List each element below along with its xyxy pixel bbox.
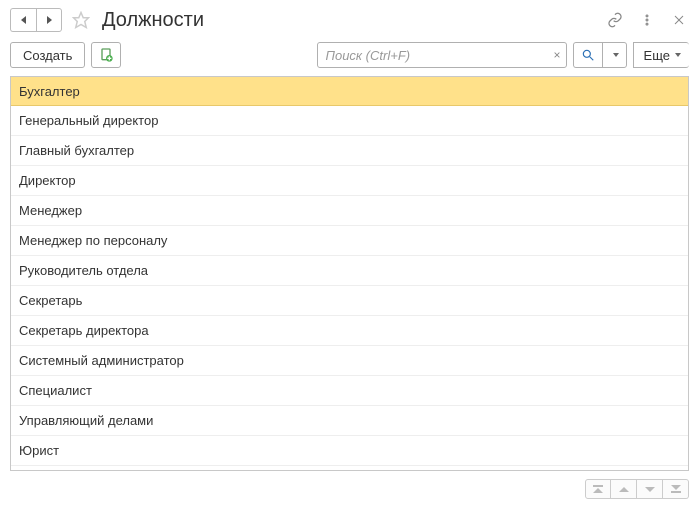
list-goto-top-button[interactable] bbox=[585, 479, 611, 499]
page-title: Должности bbox=[102, 9, 593, 32]
back-button[interactable] bbox=[10, 8, 36, 32]
triangle-down-icon bbox=[645, 487, 655, 492]
favorite-star-icon[interactable] bbox=[70, 9, 92, 31]
list-item[interactable]: Системный администратор bbox=[11, 346, 688, 376]
list-item[interactable]: Генеральный директор bbox=[11, 106, 688, 136]
magnifier-icon[interactable] bbox=[573, 42, 602, 68]
list-item[interactable]: Секретарь директора bbox=[11, 316, 688, 346]
goto-bottom-icon bbox=[671, 485, 681, 493]
search-clear-icon[interactable]: × bbox=[554, 48, 561, 62]
kebab-menu-icon[interactable] bbox=[637, 10, 657, 30]
triangle-up-icon bbox=[619, 487, 629, 492]
list-item[interactable]: Бухгалтер bbox=[11, 76, 688, 106]
window-header: Должности bbox=[0, 0, 699, 38]
list: БухгалтерГенеральный директорГлавный бух… bbox=[10, 76, 689, 471]
search-input[interactable] bbox=[317, 42, 567, 68]
footer bbox=[0, 471, 699, 499]
list-item[interactable]: Юрист bbox=[11, 436, 688, 466]
caret-down-icon bbox=[675, 53, 681, 57]
list-item[interactable]: Управляющий делами bbox=[11, 406, 688, 436]
toolbar: Создать × Еще bbox=[0, 38, 699, 76]
document-plus-icon bbox=[98, 47, 114, 63]
more-button[interactable]: Еще bbox=[633, 42, 689, 68]
create-copy-button[interactable] bbox=[91, 42, 121, 68]
list-move-up-button[interactable] bbox=[611, 479, 637, 499]
arrow-left-icon bbox=[21, 16, 26, 24]
list-move-down-button[interactable] bbox=[637, 479, 663, 499]
list-item[interactable]: Специалист bbox=[11, 376, 688, 406]
search-execute-button[interactable] bbox=[573, 42, 627, 68]
list-item[interactable]: Менеджер bbox=[11, 196, 688, 226]
more-label[interactable]: Еще bbox=[633, 42, 689, 68]
arrow-right-icon bbox=[47, 16, 52, 24]
list-item[interactable]: Директор bbox=[11, 166, 688, 196]
close-icon[interactable] bbox=[669, 10, 689, 30]
list-nav-group bbox=[585, 479, 689, 499]
link-icon[interactable] bbox=[605, 10, 625, 30]
caret-down-icon bbox=[613, 53, 619, 57]
list-goto-bottom-button[interactable] bbox=[663, 479, 689, 499]
list-item[interactable]: Руководитель отдела bbox=[11, 256, 688, 286]
list-item[interactable]: Менеджер по персоналу bbox=[11, 226, 688, 256]
search-dropdown[interactable] bbox=[602, 42, 627, 68]
nav-group bbox=[10, 8, 62, 32]
search-wrap: × bbox=[317, 42, 567, 68]
forward-button[interactable] bbox=[36, 8, 62, 32]
goto-top-icon bbox=[593, 485, 603, 493]
list-item[interactable]: Секретарь bbox=[11, 286, 688, 316]
create-button[interactable]: Создать bbox=[10, 42, 85, 68]
list-item[interactable]: Главный бухгалтер bbox=[11, 136, 688, 166]
